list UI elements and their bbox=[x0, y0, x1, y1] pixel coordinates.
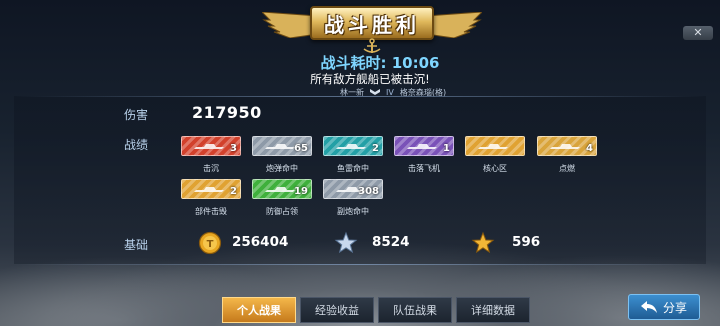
experience-star-icon bbox=[334, 231, 358, 254]
shell-icon bbox=[265, 144, 295, 149]
basic-label: 基础 bbox=[124, 238, 149, 252]
svg-text:T: T bbox=[207, 239, 214, 250]
achievement-label: 点燃 bbox=[559, 164, 575, 173]
torpedo-icon bbox=[336, 144, 366, 149]
aircraft-icon bbox=[407, 144, 437, 149]
achievement-label: 击落飞机 bbox=[408, 164, 440, 173]
fire-icon bbox=[550, 144, 580, 149]
achievement-count: 2 bbox=[372, 143, 379, 154]
captain-exp-star-icon bbox=[471, 231, 495, 254]
defend-capture-icon bbox=[265, 187, 295, 192]
battle-duration: 战斗耗时: 10:06 bbox=[320, 54, 440, 72]
achievement-count: 19 bbox=[294, 186, 308, 197]
achievement-label: 副炮命中 bbox=[337, 207, 369, 216]
citadel-icon bbox=[478, 144, 508, 149]
achievement-medal: 65 bbox=[252, 136, 312, 156]
achievement-medal: 19 bbox=[252, 179, 312, 199]
achievement-count: 2 bbox=[230, 186, 237, 197]
player-name: 林一新 bbox=[340, 87, 364, 97]
tab-personal-results[interactable]: 个人战果 bbox=[222, 297, 296, 323]
ship-tier: IV bbox=[386, 87, 394, 97]
tab-experience-income[interactable]: 经验收益 bbox=[300, 297, 374, 323]
right-wing-icon bbox=[426, 12, 482, 38]
achievement-label: 防御占领 bbox=[266, 207, 298, 216]
achievement-count: 3 bbox=[230, 143, 237, 154]
achievement-count: 65 bbox=[294, 143, 308, 154]
share-arrow-icon bbox=[640, 301, 657, 313]
victory-banner: 战斗胜利 bbox=[262, 2, 482, 53]
achievement-medal bbox=[465, 136, 525, 156]
share-label: 分享 bbox=[662, 300, 687, 315]
title-plate: 战斗胜利 bbox=[310, 6, 434, 40]
achievement-label: 击沉 bbox=[203, 164, 219, 173]
coins-value: 256404 bbox=[232, 234, 289, 250]
experience-value: 8524 bbox=[372, 234, 410, 250]
ship-sinking-icon bbox=[194, 144, 224, 149]
captain-exp-value: 596 bbox=[512, 234, 541, 250]
panel-bottom-divider bbox=[14, 264, 706, 265]
achievement-label: 鱼雷命中 bbox=[337, 164, 369, 173]
achievement-medal: 2 bbox=[323, 136, 383, 156]
battle-result-text: 所有敌方舰船已被击沉! bbox=[310, 72, 430, 86]
achievements-label: 战绩 bbox=[124, 138, 149, 152]
damage-value: 217950 bbox=[192, 103, 262, 122]
achievement-count: 1 bbox=[443, 143, 450, 154]
close-button[interactable]: ✕ bbox=[683, 26, 713, 40]
close-icon: ✕ bbox=[693, 26, 703, 39]
achievement-label: 部件击毁 bbox=[195, 207, 227, 216]
victory-title: 战斗胜利 bbox=[324, 12, 420, 37]
damage-label: 伤害 bbox=[124, 108, 149, 122]
coin-icon: T bbox=[198, 231, 222, 255]
tab-detailed-data[interactable]: 详细数据 bbox=[456, 297, 530, 323]
achievement-medal: 308 bbox=[323, 179, 383, 199]
achievement-medal: 3 bbox=[181, 136, 241, 156]
result-tabs: 个人战果 经验收益 队伍战果 详细数据 bbox=[222, 295, 530, 325]
achievement-medal: 2 bbox=[181, 179, 241, 199]
achievement-medal: 4 bbox=[537, 136, 597, 156]
rank-insignia-icon bbox=[370, 89, 380, 95]
achievement-medal: 1 bbox=[394, 136, 454, 156]
tab-team-results[interactable]: 队伍战果 bbox=[378, 297, 452, 323]
player-ship-line: 林一新 IV 格奈森瑙(格) bbox=[340, 86, 446, 98]
achievement-label: 炮弹命中 bbox=[266, 164, 298, 173]
achievement-count: 308 bbox=[358, 186, 379, 197]
achievement-count: 4 bbox=[586, 143, 593, 154]
ship-name: 格奈森瑙(格) bbox=[399, 87, 447, 97]
achievement-label: 核心区 bbox=[483, 164, 507, 173]
share-button[interactable]: 分享 bbox=[628, 294, 700, 320]
module-destroy-icon bbox=[194, 187, 224, 192]
